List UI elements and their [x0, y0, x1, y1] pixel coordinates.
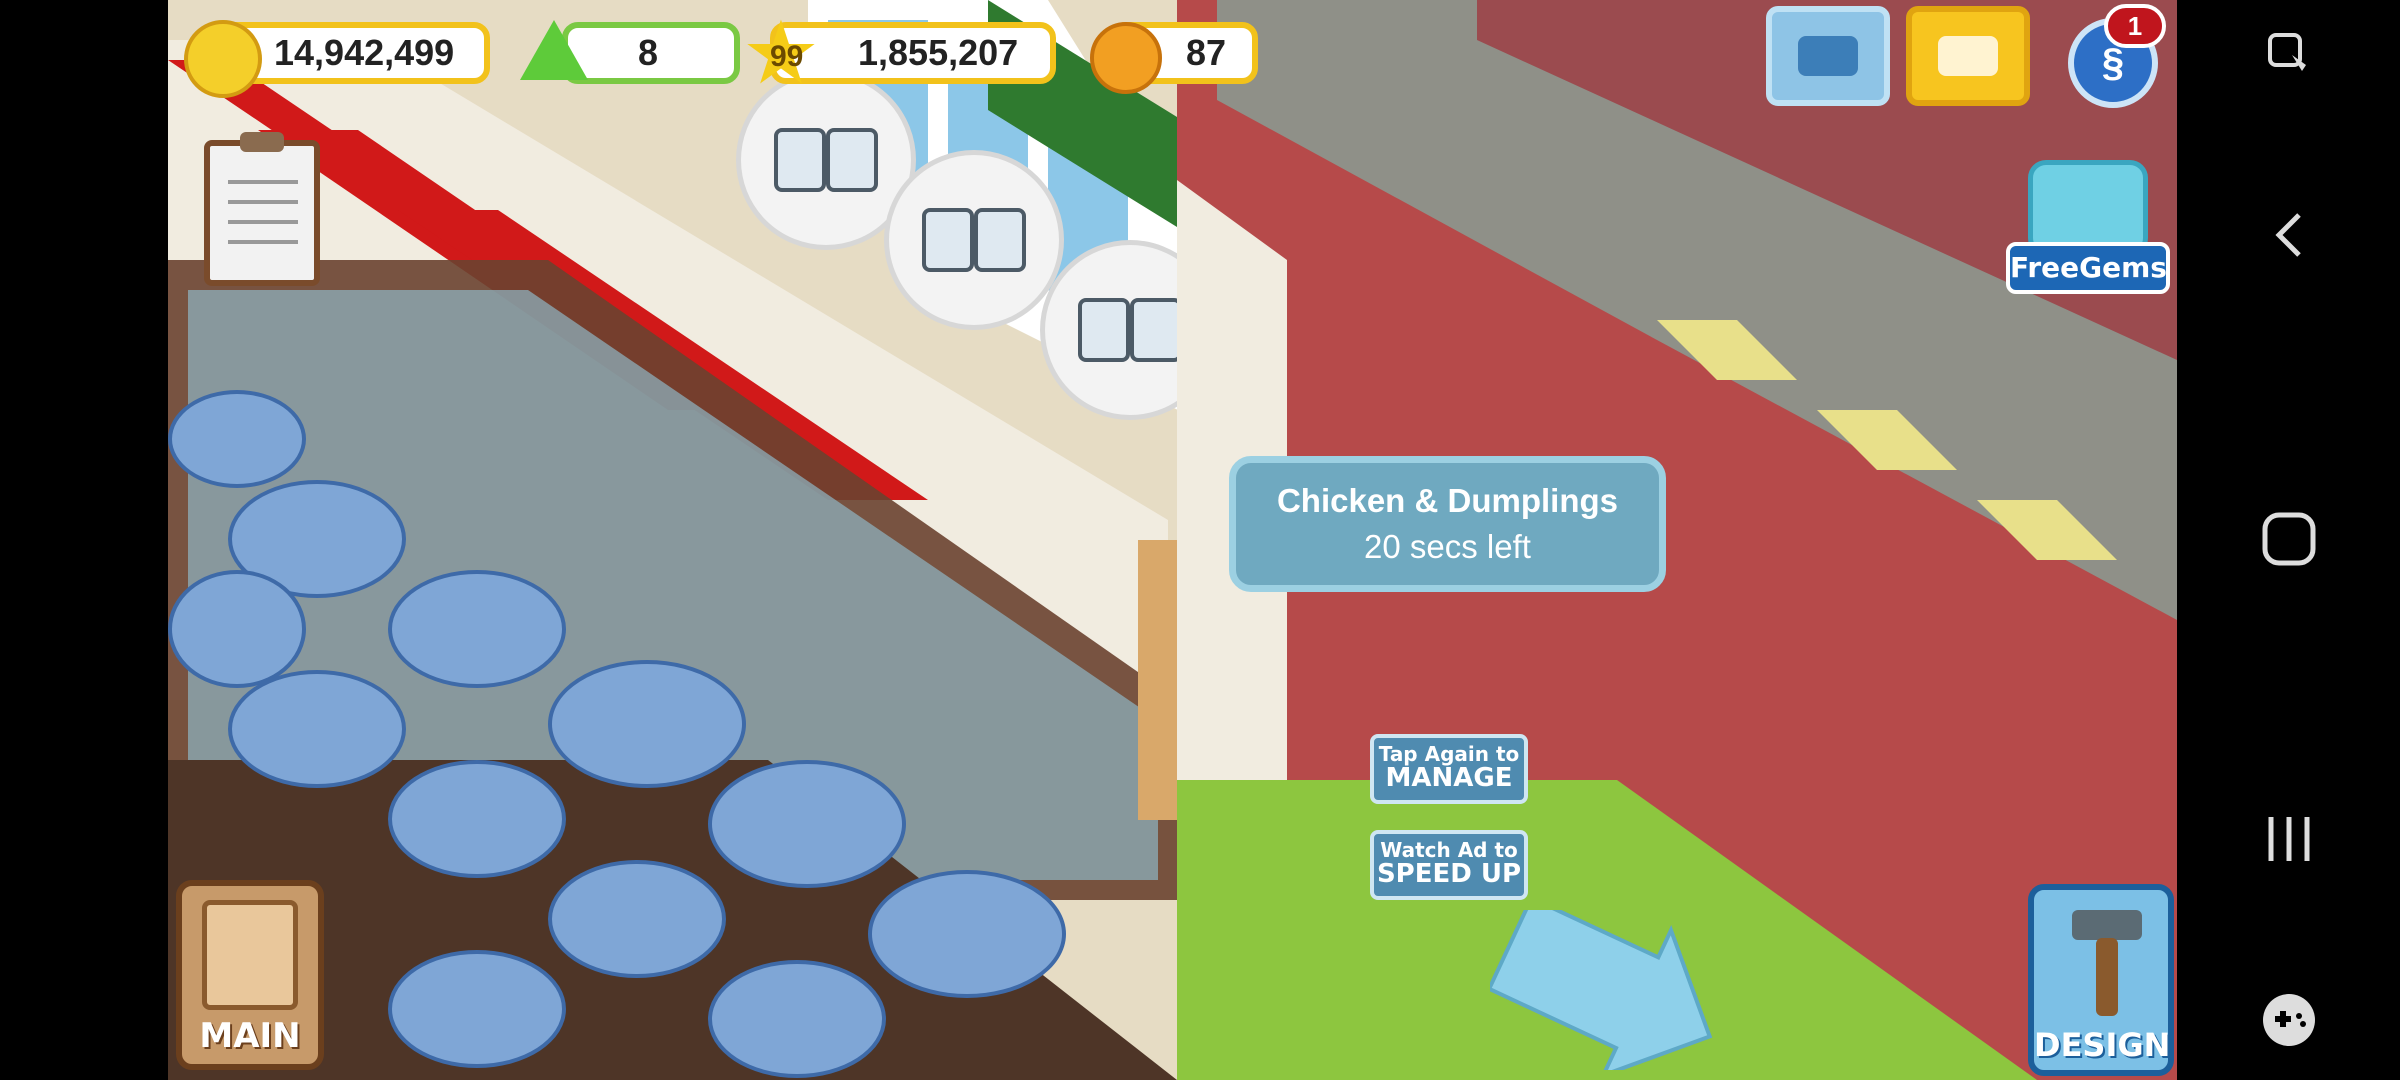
food-plate[interactable] — [548, 860, 726, 978]
home-button[interactable] — [2177, 489, 2400, 589]
manage-line1: Tap Again to — [1378, 742, 1520, 766]
gamepad-icon — [2262, 994, 2315, 1046]
system-nav-bar — [2177, 0, 2400, 1080]
food-plate[interactable] — [708, 960, 886, 1078]
smiley-icon — [1090, 22, 1162, 94]
food-plate[interactable] — [388, 570, 566, 688]
manage-line2: MANAGE — [1385, 763, 1513, 793]
speed-line2: SPEED UP — [1376, 859, 1522, 889]
stove-station[interactable] — [1138, 540, 1177, 820]
arrow-icon — [1490, 910, 1713, 1070]
tooltip-timer: 20 secs left — [1364, 528, 1531, 565]
happiness-value: 87 — [1186, 32, 1227, 73]
main-button[interactable]: MAIN — [176, 880, 324, 1070]
happiness-counter[interactable]: 87 — [1090, 22, 1258, 94]
free-gems-button[interactable]: FreeGems — [2006, 150, 2170, 298]
speed-line1: Watch Ad to — [1380, 838, 1518, 862]
camera-icon — [1798, 36, 1858, 76]
gem-icon — [520, 20, 588, 80]
level-value: 99 — [770, 40, 804, 73]
free-gems-label: FreeGems — [2006, 242, 2170, 294]
coins-value: 14,942,499 — [274, 32, 455, 73]
speed-up-button[interactable]: Watch Ad to SPEED UP — [1370, 830, 1528, 900]
restaurant-scene[interactable]: MAIN — [168, 0, 1177, 1080]
coin-icon — [184, 20, 262, 98]
food-plate[interactable] — [388, 760, 566, 878]
screenshot-edit-button[interactable] — [2177, 4, 2400, 104]
manage-button[interactable]: Tap Again to MANAGE — [1370, 734, 1528, 804]
back-button[interactable] — [2177, 185, 2400, 285]
clipboard-icon — [202, 900, 298, 1010]
home-icon — [2262, 512, 2315, 566]
recipe-book-icon[interactable] — [884, 150, 1064, 330]
food-plate[interactable] — [168, 390, 306, 488]
tooltip-title: Chicken & Dumplings — [1276, 482, 1619, 519]
design-label: DESIGN — [2034, 1026, 2171, 1064]
cooking-tooltip: Chicken & Dumplings 20 secs left — [1229, 456, 1666, 592]
recents-icon — [2268, 817, 2309, 861]
food-plate[interactable] — [168, 570, 306, 688]
back-icon — [2274, 213, 2301, 257]
gems-value: 8 — [638, 32, 659, 73]
food-plate[interactable] — [548, 660, 746, 788]
food-plate[interactable] — [228, 670, 406, 788]
xp-value: 1,855,207 — [858, 32, 1019, 73]
phone-button[interactable] — [1906, 6, 2030, 106]
food-plate[interactable] — [388, 950, 566, 1068]
food-plate[interactable] — [868, 870, 1066, 998]
level-xp-counter[interactable]: ★ 99 1,855,207 — [746, 14, 1056, 92]
notification-count: 1 — [2127, 10, 2143, 41]
recents-button[interactable] — [2177, 789, 2400, 889]
phone-icon — [1938, 36, 1998, 76]
gems-counter[interactable]: 8 — [520, 20, 740, 84]
notification-badge: 1 — [2104, 4, 2166, 48]
food-plate[interactable] — [708, 760, 906, 888]
edit-icon — [2267, 33, 2306, 71]
coins-counter[interactable]: 14,942,499 — [184, 20, 490, 98]
main-label: MAIN — [199, 1016, 301, 1056]
game-tools-button[interactable] — [2177, 970, 2400, 1070]
clipboard-icon[interactable] — [204, 132, 320, 286]
camera-button[interactable] — [1766, 6, 1890, 106]
design-button[interactable]: DESIGN — [2028, 884, 2174, 1076]
hammer-icon — [2072, 910, 2142, 940]
